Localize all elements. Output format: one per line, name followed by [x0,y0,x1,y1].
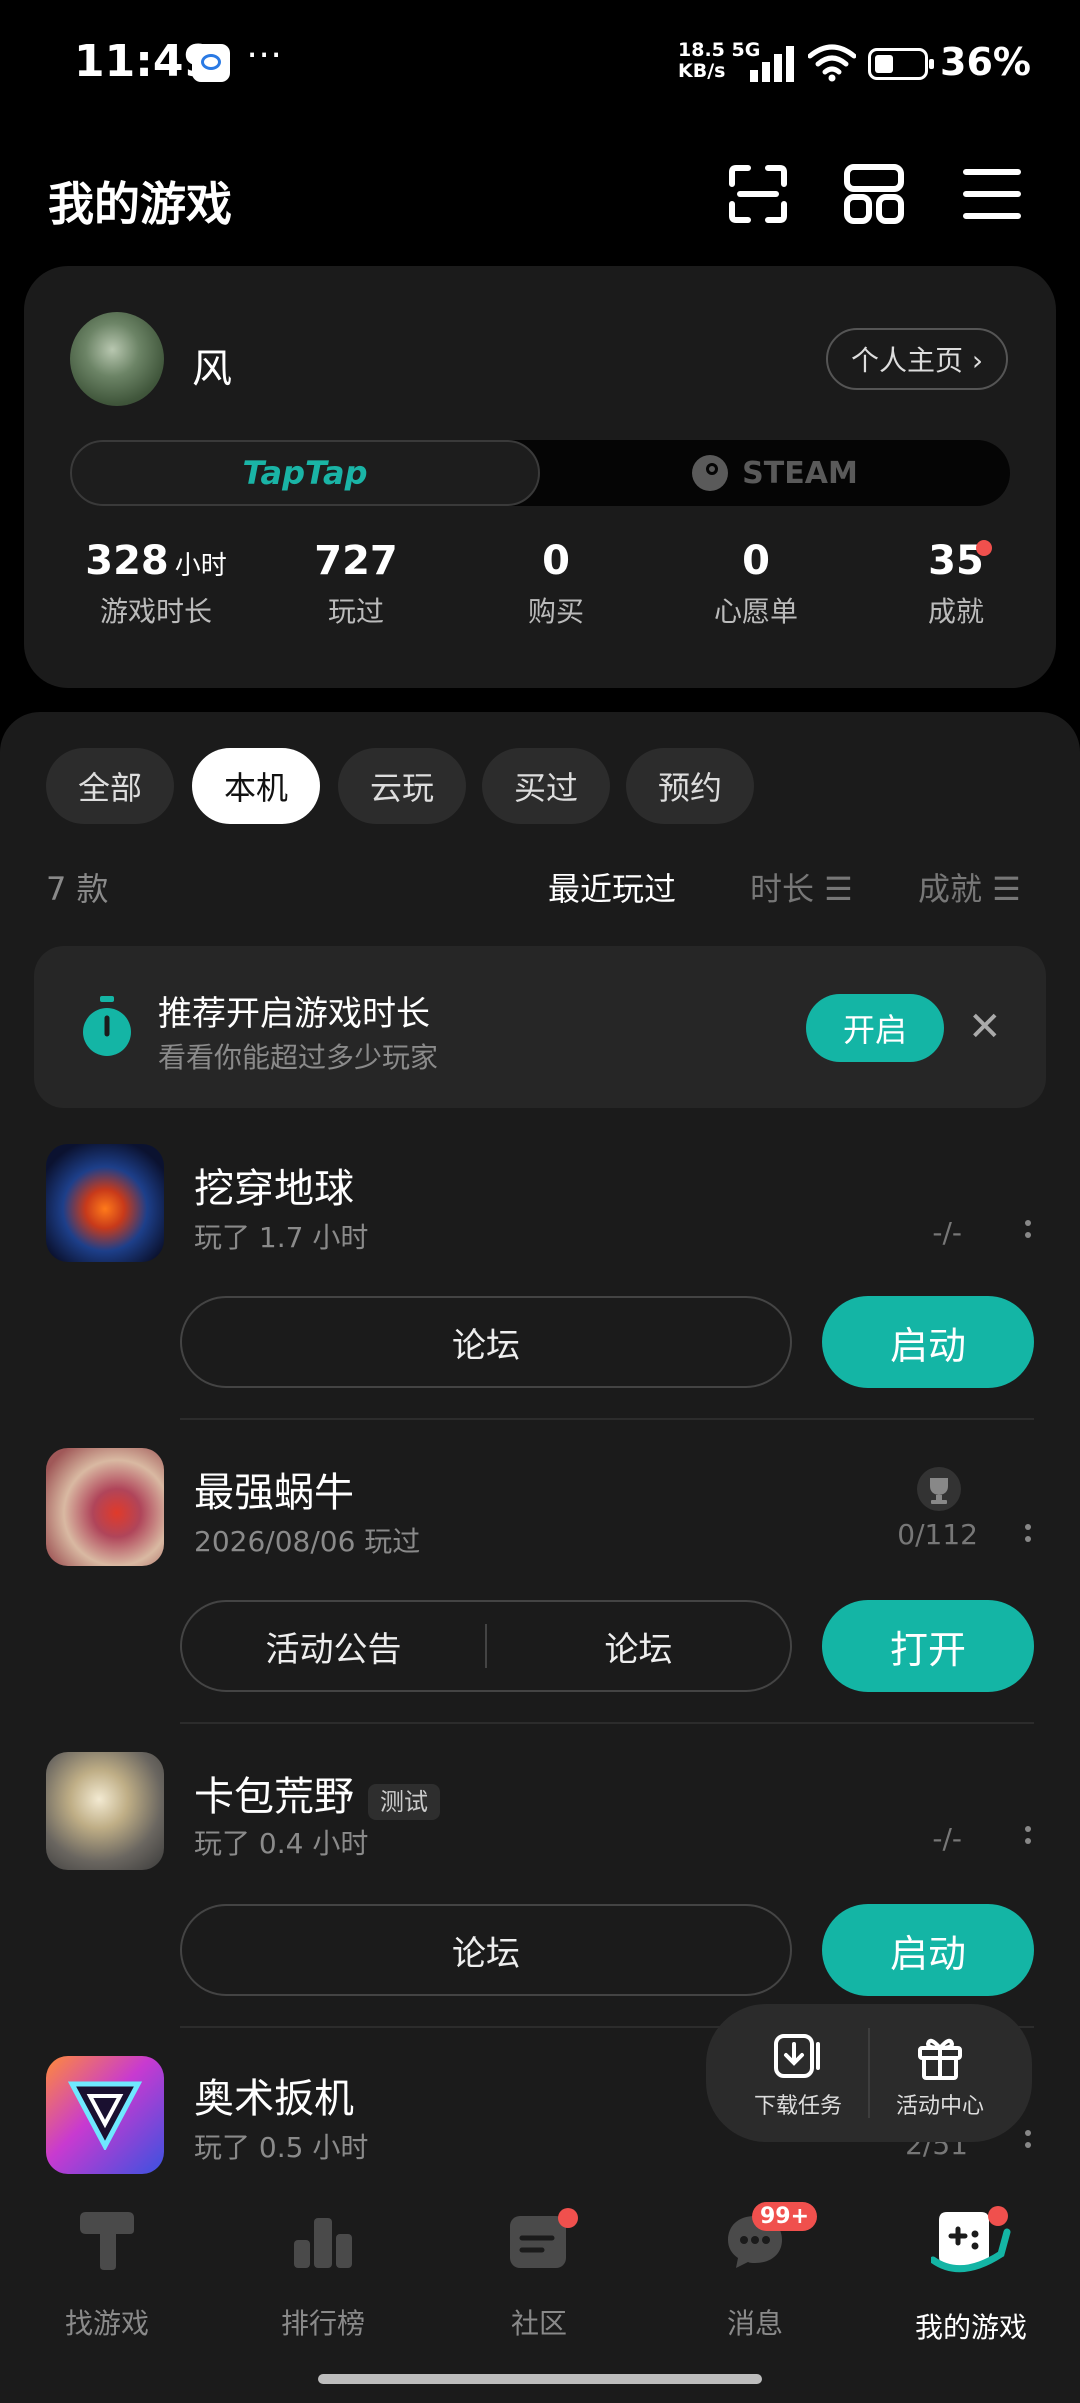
taptap-tab[interactable]: TapTap [70,440,540,506]
network-speed: 18.5 5G KB/s [678,39,761,82]
game-icon-card-wild[interactable] [46,1752,164,1870]
battery-percent: 36% [940,40,1031,84]
signal-icon [750,44,796,82]
game-name[interactable]: 最强蜗牛 [194,1460,354,1518]
game-last-played: 2026/08/06 玩过 [194,1525,421,1558]
divider [180,1722,1034,1724]
launch-button[interactable]: 启动 [822,1296,1034,1388]
scan-icon[interactable] [726,162,790,226]
steam-label: STEAM [742,455,858,491]
more-options-icon[interactable] [1024,1820,1032,1850]
game-playtime: 玩了 1.7 小时 [194,1221,369,1254]
game-icon-snail[interactable] [46,1448,164,1566]
nav-my-games[interactable]: 我的游戏 [886,2210,1056,2346]
filter-all[interactable]: 全部 [46,748,174,824]
gift-icon [918,2038,962,2080]
filter-cloud[interactable]: 云玩 [338,748,466,824]
game-playtime: 玩了 0.4 小时 [194,1827,369,1860]
download-tasks[interactable]: 下载任务 [728,2030,868,2120]
username: 风 [192,346,232,392]
announcement-button[interactable]: 活动公告 [182,1602,485,1690]
nav-community[interactable]: 社区 [454,2210,624,2342]
avatar[interactable] [70,312,164,406]
more-options-icon[interactable] [1024,1518,1032,1548]
nav-messages[interactable]: 消息 [670,2210,840,2342]
profile-home-button[interactable]: 个人主页 › [826,328,1008,390]
nav-find-games[interactable]: 找游戏 [22,2210,192,2342]
stat-played[interactable]: 727 玩过 [256,538,456,630]
home-indicator[interactable] [318,2374,762,2384]
game-achievement-stat: -/- [932,1216,962,1249]
sort-duration[interactable]: 时长 ☰ [750,864,853,910]
grid-icon[interactable] [842,162,906,226]
steam-tab[interactable]: STEAM [540,440,1010,506]
sort-achievement[interactable]: 成就 ☰ [918,864,1021,910]
game-action-group: 活动公告 论坛 [180,1600,792,1692]
download-icon [774,2034,820,2078]
game-achievement-stat: -/- [932,1822,962,1855]
launch-button[interactable]: 启动 [822,1904,1034,1996]
nav-rankings[interactable]: 排行榜 [238,2210,408,2342]
events-center[interactable]: 活动中心 [870,2030,1010,2120]
game-name-row[interactable]: 卡包荒野 测试 [194,1764,440,1822]
close-icon[interactable]: ✕ [968,1004,1002,1050]
my-games-dot [988,2206,1008,2226]
sort-recent[interactable]: 最近玩过 [548,864,676,910]
ranking-icon [294,2218,352,2268]
steam-icon [692,455,729,491]
forum-button[interactable]: 论坛 [487,1602,790,1690]
community-dot [558,2208,578,2228]
game-name[interactable]: 奥术扳机 [194,2066,354,2124]
enable-playtime-button[interactable]: 开启 [806,994,944,1062]
menu-icon[interactable] [960,162,1024,226]
test-tag: 测试 [368,1783,440,1820]
forum-button[interactable]: 论坛 [180,1296,792,1388]
page-title: 我的游戏 [48,177,232,231]
game-achievement-stat: 0/112 [897,1518,978,1551]
battery-icon [868,48,934,80]
forum-button[interactable]: 论坛 [180,1904,792,1996]
recommend-subtitle: 看看你能超过多少玩家 [158,1041,439,1074]
stat-wishlist[interactable]: 0 心愿单 [656,538,856,630]
wifi-icon [808,44,856,82]
recommend-title: 推荐开启游戏时长 [158,994,430,1034]
open-button[interactable]: 打开 [822,1600,1034,1692]
taptap-icon [80,2212,134,2270]
filter-local[interactable]: 本机 [192,748,320,824]
chat-app-icon [192,44,230,82]
message-badge: 99+ [752,2202,818,2231]
game-name: 卡包荒野 [194,1774,354,1820]
game-count: 7 款 [46,870,109,908]
divider [180,1418,1034,1420]
game-name[interactable]: 挖穿地球 [194,1156,354,1214]
stat-purchased[interactable]: 0 购买 [456,538,656,630]
stopwatch-icon [83,996,131,1056]
game-icon-arcane-trigger[interactable] [46,2056,164,2174]
more-options-icon[interactable] [1024,2124,1032,2154]
game-icon-dig-earth[interactable] [46,1144,164,1262]
filter-reserved[interactable]: 预约 [626,748,754,824]
more-notifications-icon: ⋯ [246,34,282,75]
stat-playtime[interactable]: 328 小时 游戏时长 [56,538,256,630]
triangle-logo [68,2081,142,2150]
trophy-icon [917,1467,961,1511]
filter-bought[interactable]: 买过 [482,748,610,824]
achievement-dot [976,540,992,556]
game-playtime: 玩了 0.5 小时 [194,2131,369,2164]
stat-achievements[interactable]: 35 成就 [856,538,1056,630]
more-options-icon[interactable] [1024,1214,1032,1244]
